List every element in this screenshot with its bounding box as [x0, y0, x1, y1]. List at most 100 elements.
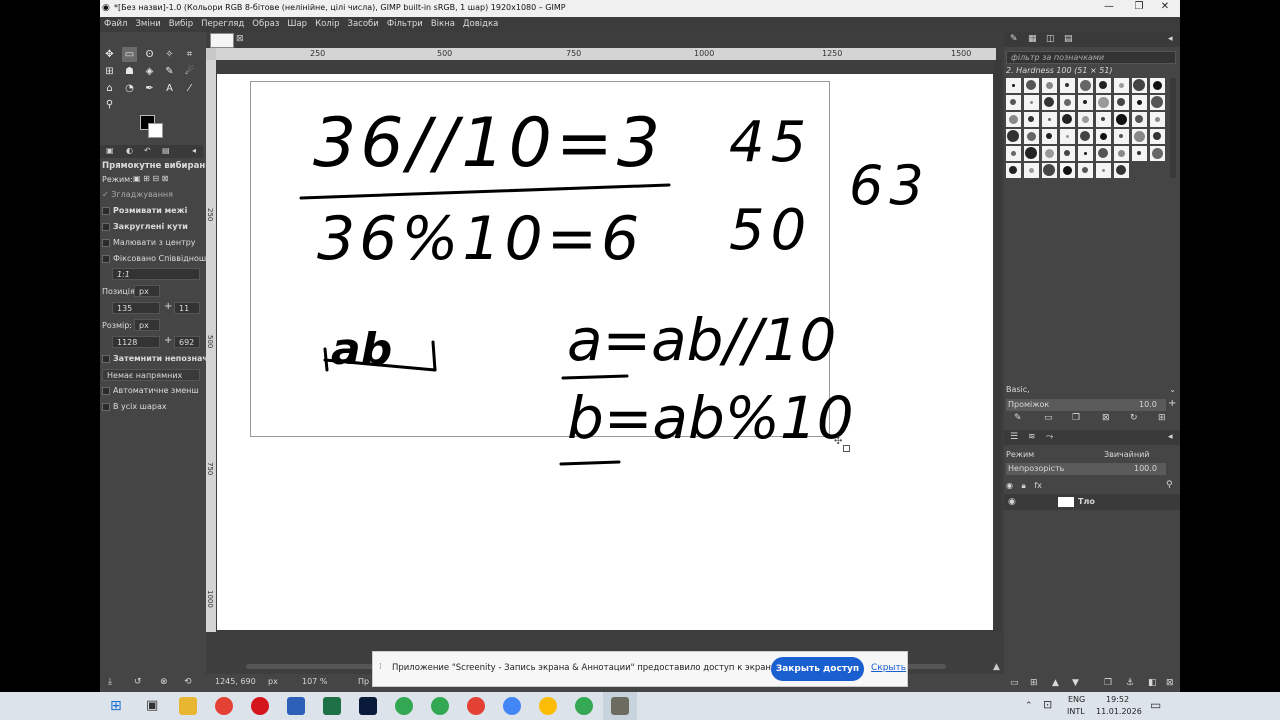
chrome-profile-icon[interactable]: [431, 697, 449, 715]
restore-options-icon[interactable]: ↺: [134, 677, 142, 687]
brush-preset[interactable]: [1006, 129, 1021, 144]
pattern-tab-icon[interactable]: ▦: [1028, 34, 1037, 44]
fx-icon[interactable]: fx: [1034, 481, 1042, 490]
color-picker-icon[interactable]: ⁄: [182, 81, 197, 96]
fuzzy-select-tool-icon[interactable]: ✧: [162, 47, 177, 62]
delete-options-icon[interactable]: ⊗: [160, 677, 168, 687]
file-explorer-icon[interactable]: [179, 697, 197, 715]
size-unit-select[interactable]: px: [134, 319, 160, 331]
word-icon[interactable]: [287, 697, 305, 715]
chevron-up-icon[interactable]: ⌃: [1025, 701, 1033, 711]
warp-tool-icon[interactable]: ☗: [122, 64, 137, 79]
tab-menu-icon[interactable]: ◂: [192, 146, 196, 155]
mode-replace-icon[interactable]: ▣ ⊞ ⊟ ⊠: [133, 174, 168, 183]
brush-preset[interactable]: [1096, 146, 1111, 161]
brush-preset[interactable]: [1096, 95, 1111, 110]
menu-windows[interactable]: Вікна: [427, 17, 459, 32]
brush-preset[interactable]: [1150, 129, 1165, 144]
brush-preset[interactable]: [1006, 78, 1021, 93]
images-tab-icon[interactable]: ▤: [162, 146, 170, 155]
rect-select-tool-icon[interactable]: ▭: [122, 47, 137, 62]
vertical-scrollbar[interactable]: [994, 60, 1002, 632]
vertical-ruler[interactable]: 250 500 750 1000: [206, 60, 216, 632]
brush-preset[interactable]: [1060, 129, 1075, 144]
menu-layer[interactable]: Шар: [283, 17, 311, 32]
network-icon[interactable]: ⊡: [1043, 698, 1052, 711]
brush-preset[interactable]: [1042, 129, 1057, 144]
minimize-button[interactable]: —: [1094, 1, 1124, 15]
from-center-option[interactable]: Малювати з центру: [102, 238, 196, 247]
close-button[interactable]: ✕: [1150, 1, 1180, 15]
align-tool-icon[interactable]: ⊞: [102, 64, 117, 79]
brush-preset[interactable]: [1060, 95, 1075, 110]
menu-filters[interactable]: Фільтри: [383, 17, 427, 32]
tool-options-tab-icon[interactable]: ▣: [106, 146, 114, 155]
lower-layer-icon[interactable]: ▼: [1072, 678, 1079, 688]
menu-colors[interactable]: Колір: [311, 17, 343, 32]
brush-preset[interactable]: [1150, 95, 1165, 110]
menu-file[interactable]: Файл: [100, 17, 131, 32]
brush-preset[interactable]: [1006, 146, 1021, 161]
mask-icon[interactable]: ◧: [1148, 678, 1157, 688]
rounded-option[interactable]: Закруглені кути: [102, 222, 188, 231]
brush-preset[interactable]: [1150, 78, 1165, 93]
delete-brush-icon[interactable]: ⊠: [1102, 413, 1110, 423]
brush-preset[interactable]: [1042, 95, 1057, 110]
menu-help[interactable]: Довідка: [459, 17, 502, 32]
brush-preset[interactable]: [1132, 146, 1147, 161]
windows-start-icon[interactable]: ⊞: [110, 698, 122, 714]
brush-preset[interactable]: [1042, 78, 1057, 93]
brush-preset[interactable]: [1078, 146, 1093, 161]
search-icon[interactable]: ⚲: [1166, 480, 1173, 490]
eye-icon[interactable]: ◉: [1006, 481, 1013, 490]
brush-preset[interactable]: [1006, 95, 1021, 110]
clone-tool-icon[interactable]: ⌂: [102, 81, 117, 96]
menu-tools[interactable]: Засоби: [344, 17, 383, 32]
brush-preset[interactable]: [1006, 112, 1021, 127]
brush-preset[interactable]: [1096, 163, 1111, 178]
chrome-profile-icon[interactable]: [539, 697, 557, 715]
layer-row[interactable]: ◉ Тло: [1004, 494, 1180, 510]
brush-preset[interactable]: [1096, 112, 1111, 127]
brush-preset[interactable]: [1114, 129, 1129, 144]
brush-preset[interactable]: [1132, 129, 1147, 144]
notifications-icon[interactable]: ▭: [1150, 698, 1161, 712]
lock-icon[interactable]: 🔒︎: [1022, 481, 1026, 490]
brush-preset[interactable]: [1114, 112, 1129, 127]
brush-preset[interactable]: [1150, 146, 1165, 161]
duplicate-brush-icon[interactable]: ❐: [1072, 413, 1080, 423]
feather-option[interactable]: Розмивати межі: [102, 206, 187, 215]
menu-select[interactable]: Вибір: [165, 17, 197, 32]
brush-tab-icon[interactable]: ✎: [1010, 34, 1018, 44]
all-layers-option[interactable]: В усіх шарах: [102, 402, 167, 411]
delete-layer-icon[interactable]: ⊠: [1166, 678, 1174, 688]
background-color-swatch[interactable]: [148, 123, 163, 138]
menu-view[interactable]: Перегляд: [197, 17, 248, 32]
fixed-checkbox[interactable]: [102, 254, 110, 263]
brush-preset[interactable]: [1078, 95, 1093, 110]
chrome-icon[interactable]: [215, 697, 233, 715]
autoshrink-option[interactable]: Автоматичне зменш: [102, 386, 199, 395]
plus-icon[interactable]: +: [164, 335, 172, 346]
brush-preset[interactable]: [1078, 78, 1093, 93]
horizontal-ruler[interactable]: 250 500 750 1000 1250 1500: [216, 48, 996, 60]
brush-grid[interactable]: [1006, 78, 1168, 178]
gimp-taskbar-button[interactable]: [603, 692, 637, 720]
edit-brush-icon[interactable]: ✎: [1014, 413, 1022, 423]
brush-preset[interactable]: [1024, 95, 1039, 110]
open-as-image-icon[interactable]: ⊞: [1158, 413, 1166, 423]
brush-preset[interactable]: [1114, 146, 1129, 161]
menu-image[interactable]: Образ: [248, 17, 283, 32]
size-w-input[interactable]: 1128: [112, 336, 160, 348]
brush-preset[interactable]: [1078, 129, 1093, 144]
position-x-input[interactable]: 135: [112, 302, 160, 314]
position-y-input[interactable]: 11: [174, 302, 200, 314]
brush-preset[interactable]: [1042, 112, 1057, 127]
reset-options-icon[interactable]: ⟲: [184, 677, 192, 687]
lang-secondary[interactable]: INTL: [1067, 707, 1085, 716]
brush-preset[interactable]: [1024, 112, 1039, 127]
brush-preset[interactable]: [1024, 146, 1039, 161]
chrome-profile-icon[interactable]: [395, 697, 413, 715]
clock-time[interactable]: 19:52: [1106, 695, 1129, 704]
zoom-select[interactable]: 107 %: [302, 677, 327, 686]
